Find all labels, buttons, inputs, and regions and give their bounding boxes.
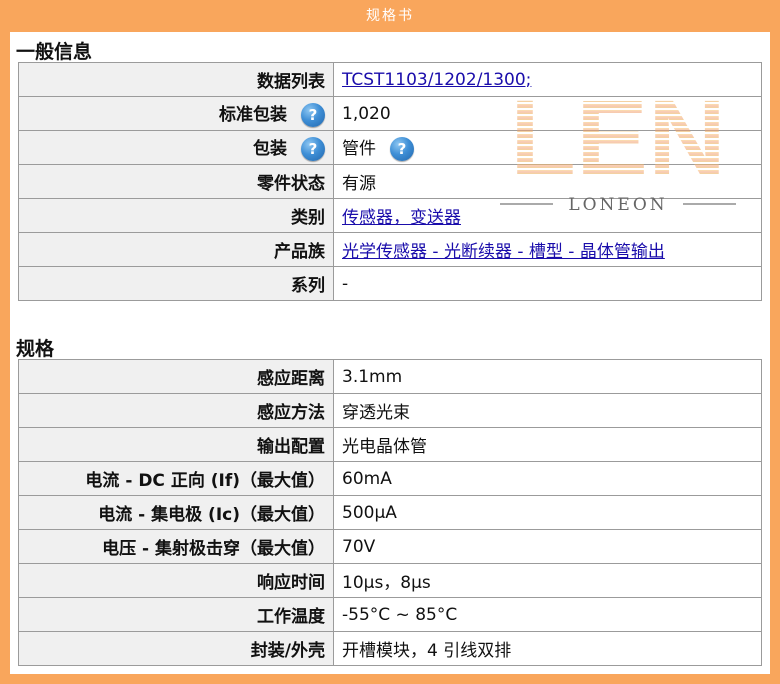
row-label: 标准包装: [219, 105, 287, 125]
help-question-icon[interactable]: ?: [301, 103, 325, 127]
general-info-table: 数据列表 TCST1103/1202/1300; 标准包装? 1,020 包装?…: [18, 62, 762, 301]
row-value: 有源: [333, 164, 762, 199]
row-value: -: [333, 266, 762, 301]
table-row: 零件状态 有源: [18, 164, 762, 199]
row-value: 穿透光束: [333, 393, 762, 428]
help-question-icon[interactable]: ?: [301, 137, 325, 161]
table-row: 感应距离 3.1mm: [18, 359, 762, 394]
row-value: 70V: [333, 529, 762, 564]
row-label: 类别: [18, 198, 334, 233]
row-label: 感应距离: [18, 359, 334, 394]
table-row: 工作温度 -55°C ~ 85°C: [18, 597, 762, 632]
help-question-icon[interactable]: ?: [390, 137, 414, 161]
table-row: 输出配置 光电晶体管: [18, 427, 762, 462]
table-row: 标准包装? 1,020: [18, 96, 762, 131]
row-value: 开槽模块，4 引线双排: [333, 631, 762, 666]
specs-table: 感应距离 3.1mm 感应方法 穿透光束 输出配置 光电晶体管 电流 - DC 正向 …: [18, 359, 762, 666]
table-row: 电流 - 集电极 (Ic)（最大值） 500µA: [18, 495, 762, 530]
table-row: 类别 传感器，变送器: [18, 198, 762, 233]
category-link[interactable]: 传感器，变送器: [342, 208, 461, 228]
table-row: 系列 -: [18, 266, 762, 301]
row-value: 光电晶体管: [333, 427, 762, 462]
table-row: 响应时间 10µs，8µs: [18, 563, 762, 598]
row-label: 电压 - 集射极击穿（最大值）: [18, 529, 334, 564]
row-label: 电流 - 集电极 (Ic)（最大值）: [18, 495, 334, 530]
table-row: 封装/外壳 开槽模块，4 引线双排: [18, 631, 762, 666]
row-value: 1,020: [333, 96, 762, 131]
row-value: -55°C ~ 85°C: [333, 597, 762, 632]
row-label: 工作温度: [18, 597, 334, 632]
row-label: 系列: [18, 266, 334, 301]
specs-heading: 规格: [16, 338, 55, 360]
row-value: 10µs，8µs: [333, 563, 762, 598]
row-value: 60mA: [333, 461, 762, 496]
row-label: 产品族: [18, 232, 334, 267]
row-label: 响应时间: [18, 563, 334, 598]
table-row: 感应方法 穿透光束: [18, 393, 762, 428]
row-label: 零件状态: [18, 164, 334, 199]
table-row: 产品族 光学传感器 - 光断续器 - 槽型 - 晶体管输出: [18, 232, 762, 267]
row-value: 管件: [342, 139, 376, 159]
row-label: 数据列表: [18, 62, 334, 97]
row-label: 感应方法: [18, 393, 334, 428]
row-value: 3.1mm: [333, 359, 762, 394]
row-label: 包装: [253, 139, 287, 159]
row-label: 输出配置: [18, 427, 334, 462]
table-row: 电流 - DC 正向 (If)（最大值） 60mA: [18, 461, 762, 496]
table-row: 电压 - 集射极击穿（最大值） 70V: [18, 529, 762, 564]
datasheet-link[interactable]: TCST1103/1202/1300;: [342, 70, 531, 90]
general-info-heading: 一般信息: [16, 41, 93, 63]
product-family-link[interactable]: 光学传感器 - 光断续器 - 槽型 - 晶体管输出: [342, 242, 665, 262]
table-row: 包装? 管件?: [18, 130, 762, 165]
row-label: 封装/外壳: [18, 631, 334, 666]
row-value: 500µA: [333, 495, 762, 530]
page-title: 规格书: [0, 0, 780, 32]
row-label: 电流 - DC 正向 (If)（最大值）: [18, 461, 334, 496]
table-row: 数据列表 TCST1103/1202/1300;: [18, 62, 762, 97]
